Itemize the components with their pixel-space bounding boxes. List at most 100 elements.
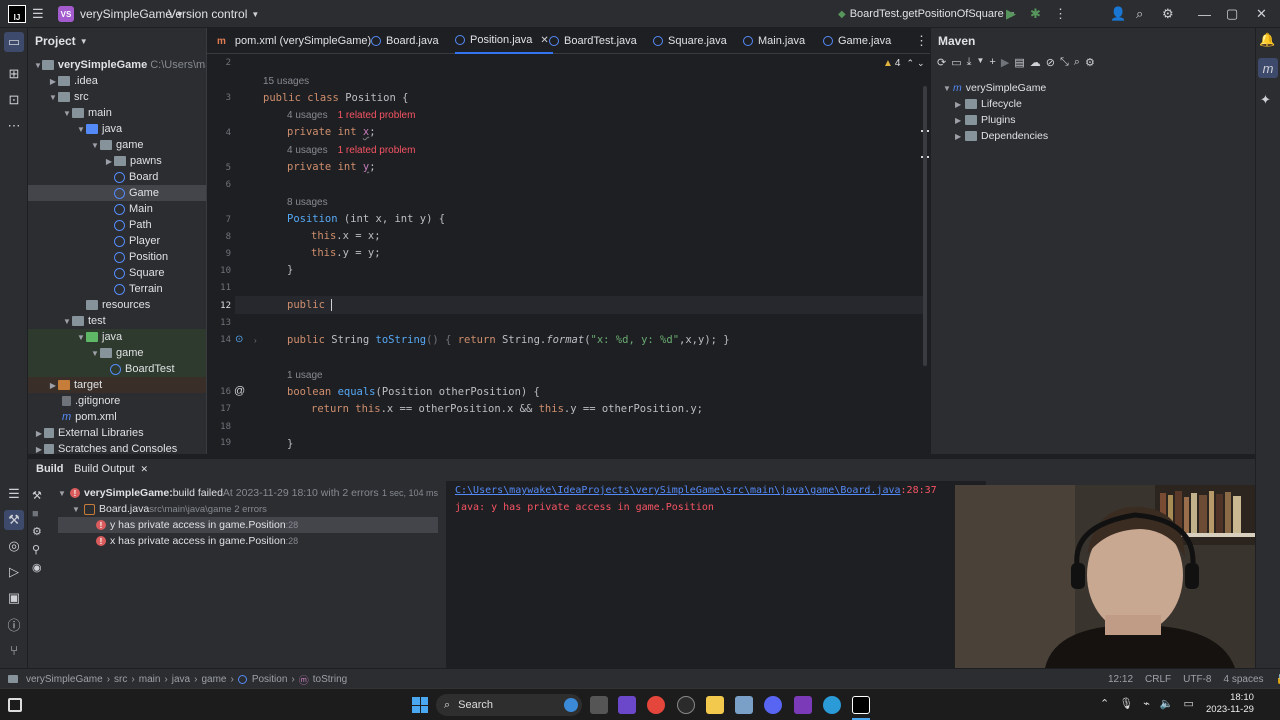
ai-assistant-button[interactable]: ✦: [1260, 92, 1271, 108]
usages-hint[interactable]: 15 usages: [263, 76, 309, 87]
stop-icon[interactable]: ■: [32, 505, 42, 523]
tab-game-java[interactable]: Game.java: [823, 28, 891, 54]
problem-hint[interactable]: 1 related problem: [338, 145, 416, 156]
usages-hint[interactable]: 1 usage: [287, 370, 323, 381]
project-panel-header[interactable]: Project ▼: [28, 28, 206, 54]
tree-item-player[interactable]: Player: [28, 233, 206, 249]
tab-main-java[interactable]: Main.java: [743, 28, 805, 54]
tree-item-boardtest[interactable]: BoardTest: [28, 361, 206, 377]
toggle-offline-icon[interactable]: ☁: [1030, 56, 1041, 74]
chevron-down-icon[interactable]: ▼: [977, 56, 985, 74]
volume-icon[interactable]: 🔈: [1160, 697, 1174, 710]
eye-icon[interactable]: ◉: [32, 559, 42, 577]
fold-icon[interactable]: ›: [254, 336, 257, 345]
tree-item-scratches[interactable]: ▶ Scratches and Consoles: [28, 441, 206, 454]
reload-icon[interactable]: ⟳: [937, 56, 946, 74]
tab-position-java[interactable]: Position.java ✕: [455, 28, 553, 54]
indent-setting[interactable]: 4 spaces: [1224, 674, 1264, 685]
more-actions-button[interactable]: ⋮: [1054, 0, 1067, 28]
editor-scrollbar[interactable]: [921, 86, 929, 454]
run-icon[interactable]: ▶: [1001, 56, 1009, 74]
git-tool-button[interactable]: ⑂: [4, 640, 24, 660]
at-gutter-icon[interactable]: @: [234, 385, 245, 397]
clock[interactable]: 18:10 2023-11-29: [1206, 692, 1254, 716]
taskbar-search[interactable]: ⌕ Search: [436, 694, 582, 716]
maven-item-lifecycle[interactable]: ▶ Lifecycle: [943, 96, 1048, 112]
breadcrumb-item[interactable]: src: [114, 674, 127, 685]
battery-icon[interactable]: ▭: [1184, 697, 1194, 710]
collapse-icon[interactable]: ⤡: [1060, 56, 1069, 74]
tree-item-square[interactable]: Square: [28, 265, 206, 281]
settings-icon[interactable]: ⚙: [32, 523, 42, 541]
tree-item-test-java[interactable]: ▼ java: [28, 329, 206, 345]
run-button[interactable]: ▶: [1006, 0, 1016, 28]
usages-hint[interactable]: 8 usages: [287, 197, 328, 208]
project-switcher[interactable]: VS verySimpleGame ▼: [58, 0, 184, 28]
close-tab-icon[interactable]: ✕: [141, 464, 149, 474]
analyze-icon[interactable]: ⌕: [1074, 56, 1080, 74]
tree-item-game[interactable]: ▼ game: [28, 137, 206, 153]
tree-item-gitignore[interactable]: .gitignore: [28, 393, 206, 409]
tree-item-target[interactable]: ▶ target: [28, 377, 206, 393]
intellij-logo[interactable]: IJ: [8, 0, 26, 28]
run-tool-button[interactable]: ▷: [4, 562, 24, 582]
add-user-button[interactable]: 👤: [1110, 0, 1126, 28]
todo-tool-button[interactable]: ☰: [4, 484, 24, 504]
scrollbar-thumb[interactable]: [923, 86, 927, 366]
tab-pom-xml[interactable]: m pom.xml (verySimpleGame): [217, 28, 371, 54]
tree-item-resources[interactable]: resources: [28, 297, 206, 313]
github-icon[interactable]: [677, 696, 695, 714]
settings-button[interactable]: ⚙: [1162, 0, 1174, 28]
tree-item-position[interactable]: Position: [28, 249, 206, 265]
breadcrumb-item[interactable]: verySimpleGame: [26, 674, 103, 685]
maximize-button[interactable]: ▢: [1226, 0, 1238, 28]
run-config-selector[interactable]: ◆ BoardTest.getPositionOfSquare ▼: [838, 0, 1016, 28]
file-encoding[interactable]: UTF-8: [1183, 674, 1211, 685]
intellij-taskbar-icon[interactable]: [852, 696, 870, 714]
override-gutter-icon[interactable]: ⊙: [235, 334, 243, 345]
debug-button[interactable]: ✱: [1030, 0, 1041, 28]
tree-item-verysimplegame[interactable]: ▼ verySimpleGameC:\Users\maywa: [28, 57, 206, 73]
tree-item-game-class[interactable]: Game: [28, 185, 206, 201]
maven-project-item[interactable]: ▼ m verySimpleGame: [943, 80, 1048, 96]
tree-item-external-libraries[interactable]: ▶ External Libraries: [28, 425, 206, 441]
file-explorer-icon[interactable]: [706, 696, 724, 714]
problems-tool-button[interactable]: ⓘ: [4, 614, 24, 634]
read-only-lock-icon[interactable]: 🔓: [1276, 674, 1280, 685]
close-tab-icon[interactable]: ✕: [540, 35, 548, 46]
more-tools-button[interactable]: ⋯: [4, 116, 24, 136]
tree-item-src[interactable]: ▼ src: [28, 89, 206, 105]
maven-item-plugins[interactable]: ▶ Plugins: [943, 112, 1048, 128]
tree-item-main[interactable]: ▼ main: [28, 105, 206, 121]
tab-build-output[interactable]: Build Output ✕: [74, 463, 148, 475]
tree-item-board[interactable]: Board: [28, 169, 206, 185]
breadcrumb-item[interactable]: toString: [313, 674, 347, 685]
pin-icon[interactable]: ⚲: [32, 541, 42, 559]
caret-position[interactable]: 12:12: [1108, 674, 1133, 685]
hammer-icon[interactable]: ⚒: [32, 487, 42, 505]
add-icon[interactable]: +: [989, 56, 995, 74]
maven-tool-button[interactable]: m: [1258, 58, 1278, 78]
snipping-tool-icon[interactable]: [735, 696, 753, 714]
build-file-row[interactable]: ▼ Board.java src\main\java\game 2 errors: [72, 501, 267, 517]
vcs-menu[interactable]: Version control ▼: [168, 0, 259, 28]
microphone-icon[interactable]: 🎙: [1119, 697, 1133, 710]
console-file-link[interactable]: C:\Users\maywake\IdeaProjects\verySimple…: [455, 485, 901, 496]
tab-boardtest-java[interactable]: BoardTest.java: [549, 28, 637, 54]
line-separator[interactable]: CRLF: [1145, 674, 1171, 685]
tab-square-java[interactable]: Square.java: [653, 28, 727, 54]
onenote-icon[interactable]: [794, 696, 812, 714]
network-icon[interactable]: ⌁: [1143, 697, 1150, 710]
add-folder-icon[interactable]: ▭: [951, 56, 961, 74]
tree-item-idea[interactable]: ▶ .idea: [28, 73, 206, 89]
widgets-icon[interactable]: [8, 698, 22, 712]
terminal-tool-button[interactable]: ▣: [4, 588, 24, 608]
inspection-widget[interactable]: ▲ 4 ⌃ ⌄: [883, 58, 925, 69]
breadcrumb-item[interactable]: Position: [252, 674, 288, 685]
main-menu-button[interactable]: ☰: [32, 0, 44, 28]
structure-tool-button[interactable]: ⊞: [4, 64, 24, 84]
tab-build[interactable]: Build: [36, 463, 64, 475]
tree-item-test-game[interactable]: ▼ game: [28, 345, 206, 361]
task-view-icon[interactable]: [590, 696, 608, 714]
tree-item-test[interactable]: ▼ test: [28, 313, 206, 329]
